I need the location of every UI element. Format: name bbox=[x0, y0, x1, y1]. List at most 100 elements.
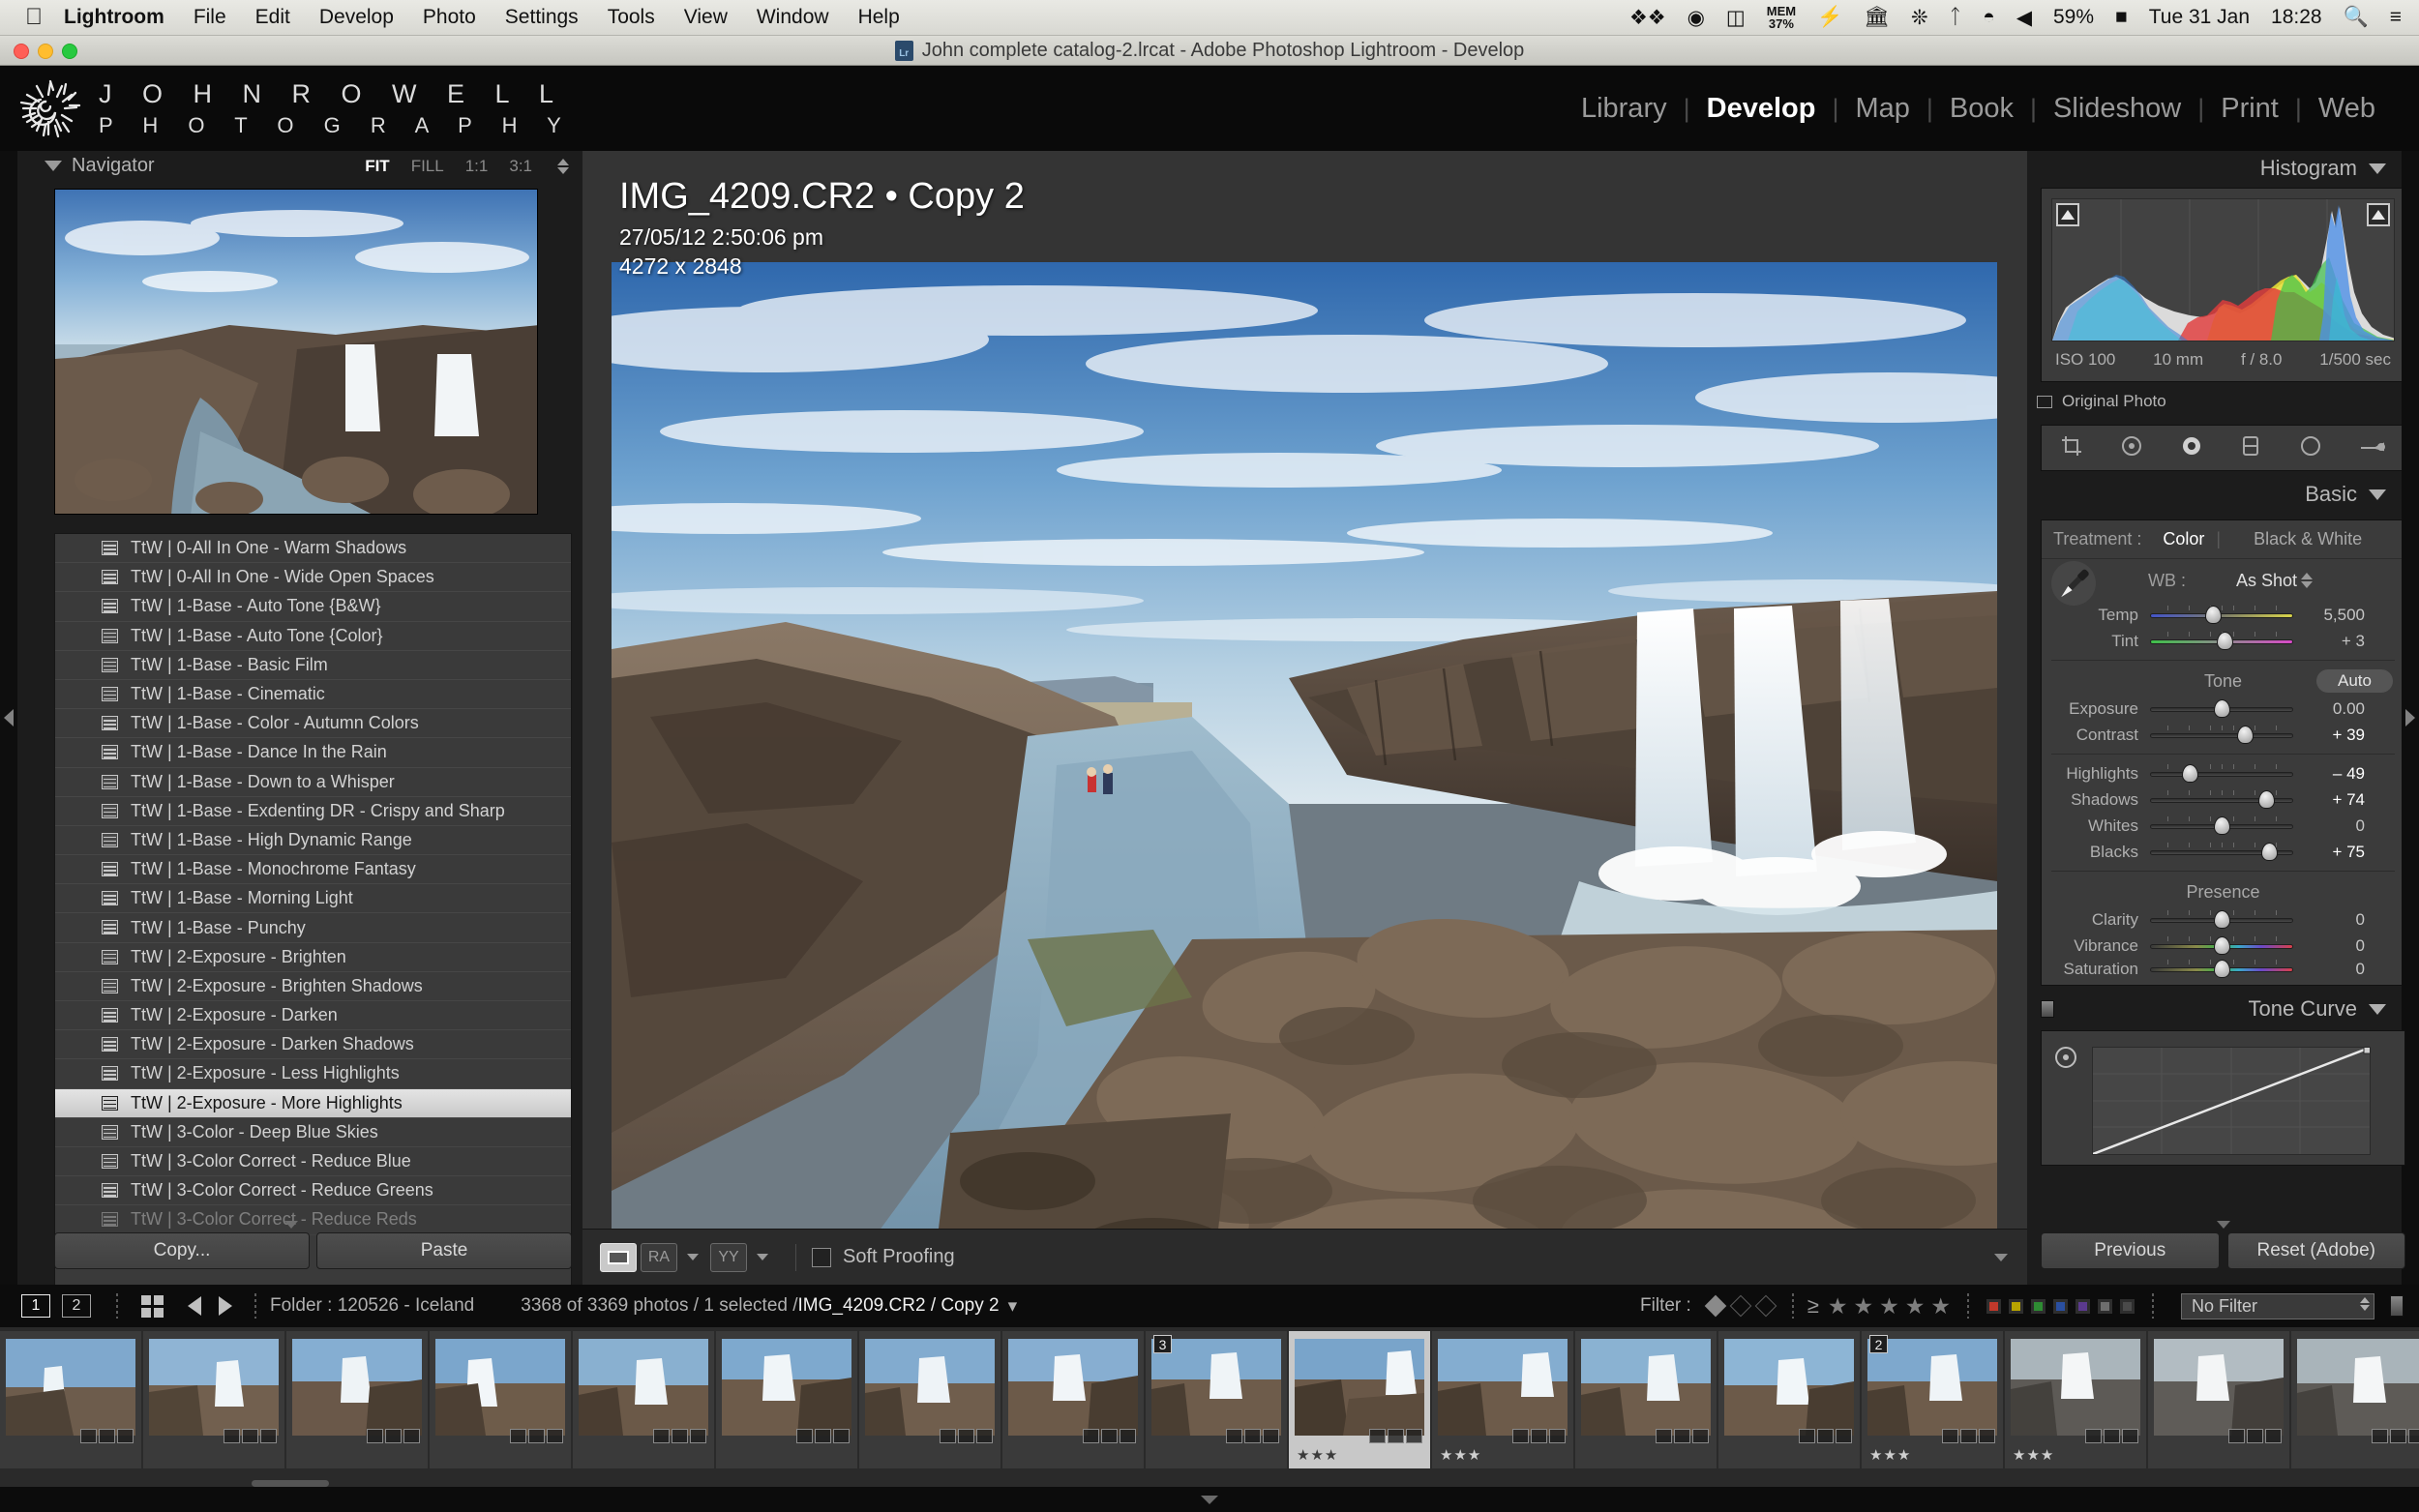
preset-row[interactable]: TtW | 1-Base - Basic Film bbox=[55, 651, 571, 680]
flag-picked-icon[interactable] bbox=[1704, 1294, 1727, 1318]
menu-item-help[interactable]: Help bbox=[858, 6, 900, 29]
slider-track[interactable] bbox=[2150, 909, 2293, 929]
color-label-none[interactable] bbox=[2098, 1298, 2112, 1314]
previous-button[interactable]: Previous bbox=[2041, 1232, 2220, 1269]
metadata-badge-icon[interactable] bbox=[403, 1429, 420, 1443]
preset-row[interactable]: TtW | 3-Color - Deep Blue Skies bbox=[55, 1118, 571, 1147]
zoom-mode-1-1[interactable]: 1:1 bbox=[465, 157, 489, 176]
loupe-view-button[interactable] bbox=[600, 1242, 637, 1272]
slider-value[interactable]: + 3 bbox=[2293, 632, 2365, 651]
menu-item-lightroom[interactable]: Lightroom bbox=[64, 6, 164, 29]
slider-knob[interactable] bbox=[2214, 698, 2230, 718]
slider-track[interactable] bbox=[2150, 725, 2293, 744]
preset-row[interactable]: TtW | 1-Base - Morning Light bbox=[55, 884, 571, 914]
filmstrip-bottom-bar[interactable] bbox=[0, 1487, 2419, 1512]
auto-tone-button[interactable]: Auto bbox=[2316, 669, 2393, 693]
develop-badge-icon[interactable] bbox=[99, 1429, 115, 1443]
slider-value[interactable]: + 39 bbox=[2293, 726, 2365, 745]
preset-row-selected[interactable]: TtW | 2-Exposure - More Highlights bbox=[55, 1088, 571, 1118]
filmstrip-item[interactable]: 2 ★★★ bbox=[1862, 1331, 2003, 1468]
rating-operator[interactable]: ≥ bbox=[1807, 1293, 1819, 1319]
menu-item-settings[interactable]: Settings bbox=[505, 6, 579, 29]
slider-value[interactable]: + 75 bbox=[2293, 843, 2365, 862]
filmstrip-item[interactable] bbox=[573, 1331, 714, 1468]
thumbnail-rating[interactable]: ★★★ bbox=[2013, 1446, 2054, 1464]
presets-list[interactable]: TtW | 0-All In One - Warm Shadows TtW | … bbox=[54, 533, 572, 1350]
filmstrip-item[interactable] bbox=[1575, 1331, 1717, 1468]
metadata-badge-icon[interactable] bbox=[260, 1429, 277, 1443]
wb-value[interactable]: As Shot bbox=[2236, 571, 2297, 591]
slider-track[interactable] bbox=[2150, 935, 2293, 955]
filter-preset-select[interactable]: No Filter bbox=[2181, 1292, 2374, 1319]
left-panel-collapse-handle[interactable] bbox=[0, 151, 17, 1285]
slider-knob[interactable] bbox=[2214, 959, 2230, 978]
crop-badge-icon[interactable] bbox=[1656, 1429, 1672, 1443]
screen-2-button[interactable]: 2 bbox=[62, 1294, 91, 1318]
recording-icon[interactable]: ◉ bbox=[1687, 6, 1705, 30]
slider-track[interactable] bbox=[2150, 698, 2293, 718]
histogram-header[interactable]: Histogram bbox=[2027, 151, 2419, 186]
current-photo-label[interactable]: IMG_4209.CR2 / Copy 2 bbox=[798, 1295, 1000, 1317]
color-label-blue[interactable] bbox=[2053, 1298, 2068, 1314]
rating-star-3[interactable]: ★ bbox=[1879, 1293, 1899, 1319]
filmstrip-item[interactable]: ★★★ bbox=[2005, 1331, 2146, 1468]
filmstrip-item[interactable]: ★★★ bbox=[1432, 1331, 1573, 1468]
filmstrip-size-slider[interactable] bbox=[252, 1480, 329, 1487]
menu-item-file[interactable]: File bbox=[194, 6, 226, 29]
metadata-badge-icon[interactable] bbox=[2265, 1429, 2282, 1443]
memory-monitor-icon[interactable]: MEM 37% bbox=[1767, 5, 1796, 30]
slider-knob[interactable] bbox=[2214, 815, 2230, 835]
slider-track[interactable] bbox=[2150, 959, 2293, 978]
metadata-badge-icon[interactable] bbox=[1836, 1429, 1852, 1443]
left-panel-caret-icon[interactable] bbox=[284, 1221, 298, 1229]
develop-badge-icon[interactable] bbox=[1674, 1429, 1690, 1443]
red-eye-tool-icon[interactable] bbox=[2179, 434, 2204, 462]
zoom-mode-3-1[interactable]: 3:1 bbox=[509, 157, 532, 176]
tone-curve-header[interactable]: Tone Curve bbox=[2027, 992, 2419, 1026]
preset-row[interactable]: TtW | 2-Exposure - Brighten bbox=[55, 943, 571, 972]
original-photo-checkbox[interactable] bbox=[2037, 395, 2052, 408]
crop-badge-icon[interactable] bbox=[1799, 1429, 1815, 1443]
before-after-ra-button[interactable]: RA bbox=[641, 1242, 677, 1272]
slider-track[interactable] bbox=[2150, 842, 2293, 861]
wifi-icon[interactable]: ◓ bbox=[1983, 6, 1995, 29]
copy-button[interactable]: Copy... bbox=[54, 1232, 310, 1269]
treatment-color-option[interactable]: Color bbox=[2163, 529, 2204, 549]
preset-row[interactable]: TtW | 1-Base - Punchy bbox=[55, 913, 571, 943]
slider-knob[interactable] bbox=[2214, 935, 2230, 955]
bluetooth-icon[interactable]: ᛏ bbox=[1950, 6, 1962, 29]
exif-shutter-speed[interactable]: 1/500 sec bbox=[2319, 350, 2391, 370]
crop-badge-icon[interactable] bbox=[2228, 1429, 2245, 1443]
preset-row[interactable]: TtW | 1-Base - Auto Tone {Color} bbox=[55, 622, 571, 651]
filmstrip-item-active[interactable]: ★★★ bbox=[1289, 1331, 1430, 1468]
filmstrip-item[interactable] bbox=[859, 1331, 1000, 1468]
metadata-badge-icon[interactable] bbox=[547, 1429, 563, 1443]
develop-badge-icon[interactable] bbox=[1388, 1429, 1404, 1443]
crop-badge-icon[interactable] bbox=[510, 1429, 526, 1443]
develop-badge-icon[interactable] bbox=[958, 1429, 974, 1443]
preset-row[interactable]: TtW | 1-Base - Exdenting DR - Crispy and… bbox=[55, 797, 571, 826]
crop-badge-icon[interactable] bbox=[2085, 1429, 2102, 1443]
develop-badge-icon[interactable] bbox=[2104, 1429, 2120, 1443]
module-print[interactable]: Print bbox=[2204, 93, 2295, 125]
battery-icon[interactable]: ■ bbox=[2115, 6, 2128, 29]
slider-value[interactable]: 0 bbox=[2293, 816, 2365, 836]
thumbnail-rating[interactable]: ★★★ bbox=[1869, 1446, 1911, 1464]
slider-value[interactable]: 0 bbox=[2293, 910, 2365, 930]
before-after-menu-caret-icon[interactable] bbox=[687, 1254, 699, 1260]
slider-value[interactable]: 5,500 bbox=[2293, 606, 2365, 625]
preset-row[interactable]: TtW | 1-Base - Auto Tone {B&W} bbox=[55, 592, 571, 622]
preset-row[interactable]: TtW | 2-Exposure - Darken Shadows bbox=[55, 1030, 571, 1060]
crop-badge-icon[interactable] bbox=[1083, 1429, 1099, 1443]
flag-rejected-icon[interactable] bbox=[1754, 1294, 1777, 1318]
rating-star-2[interactable]: ★ bbox=[1854, 1293, 1874, 1319]
crop-badge-icon[interactable] bbox=[1512, 1429, 1529, 1443]
preset-row[interactable]: TtW | 3-Color Correct - Reduce Blue bbox=[55, 1147, 571, 1177]
filmstrip-item[interactable] bbox=[143, 1331, 284, 1468]
filmstrip-item[interactable] bbox=[1718, 1331, 1860, 1468]
minimize-button[interactable] bbox=[38, 44, 53, 59]
develop-badge-icon[interactable] bbox=[242, 1429, 258, 1443]
module-web[interactable]: Web bbox=[2302, 93, 2392, 125]
slider-value[interactable]: 0 bbox=[2293, 960, 2365, 979]
menu-item-tools[interactable]: Tools bbox=[608, 6, 655, 29]
